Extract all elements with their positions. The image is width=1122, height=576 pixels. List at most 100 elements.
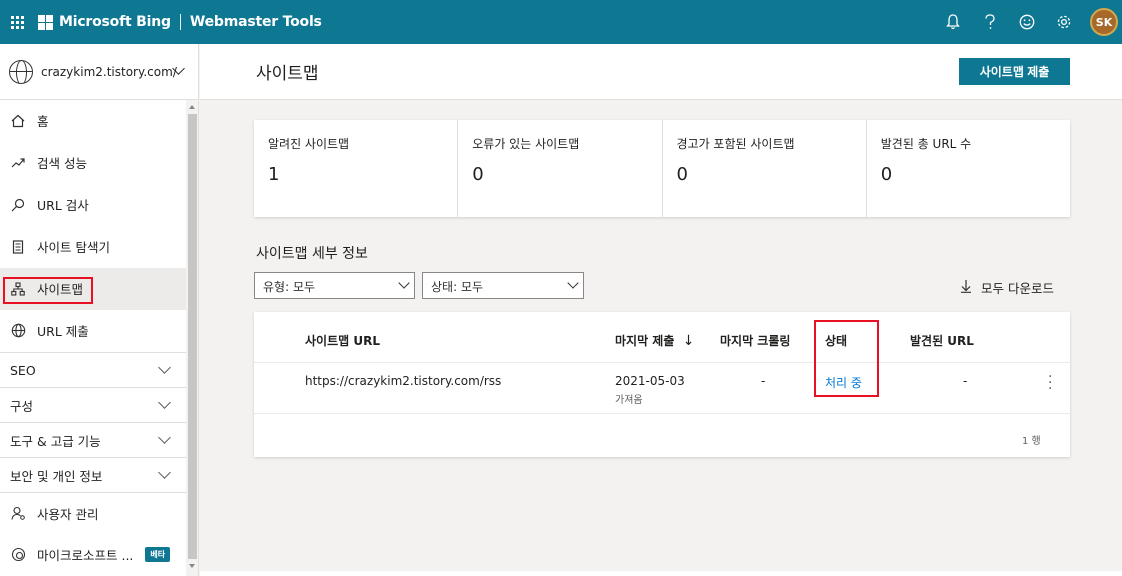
sidebar-item-url-submission[interactable]: URL 제출 (0, 310, 198, 352)
sidebar-group-label: 도구 & 고급 기능 (10, 433, 101, 449)
stat-label: 발견된 총 URL 수 (880, 137, 972, 151)
chevron-down-icon (567, 277, 579, 289)
status-filter-dropdown[interactable]: 상태: 모두 (422, 272, 584, 299)
section-title: 사이트맵 세부 정보 (256, 246, 368, 262)
stats-card: 알려진 사이트맵 1 오류가 있는 사이트맵 0 경고가 포함된 사이트맵 0 … (254, 120, 1070, 217)
row-divider (254, 362, 1070, 363)
search-icon (10, 197, 26, 213)
stat-value: 0 (880, 164, 893, 185)
stat-label: 오류가 있는 사이트맵 (472, 137, 580, 151)
sidebar-group-security-privacy[interactable]: 보안 및 개인 정보 (0, 457, 198, 492)
sidebar-item-label: 사용자 관리 (37, 506, 99, 522)
stat-known-sitemaps: 알려진 사이트맵 1 (254, 120, 459, 217)
chevron-down-icon (158, 466, 171, 479)
last-submitted-cell: 2021-05-03 (615, 374, 685, 388)
top-bar-actions: SK (934, 0, 1122, 44)
sidebar-item-label: 검색 성능 (37, 156, 87, 171)
sidebar-item-label: 마이크로소프트 ... (37, 548, 134, 563)
site-selector[interactable]: crazykim2.tistory.com/ (0, 44, 198, 100)
scroll-up-arrow-icon[interactable] (189, 105, 195, 109)
last-crawled-cell: - (761, 374, 766, 388)
clarity-icon (10, 547, 26, 563)
column-header-sitemap-url[interactable]: 사이트맵 URL (305, 332, 380, 349)
last-submitted-sub: 가져옴 (615, 395, 643, 406)
home-icon (10, 113, 26, 129)
sidebar-item-microsoft-clarity[interactable]: 마이크로소프트 ... 베타 (0, 534, 198, 576)
row-count: 1 행 (1022, 436, 1041, 447)
sidebar-item-label: URL 검사 (37, 198, 89, 213)
sidebar-group-configuration[interactable]: 구성 (0, 387, 198, 422)
sidebar-item-label: URL 제출 (37, 324, 89, 339)
site-name: crazykim2.tistory.com/ (41, 64, 177, 79)
urls-found-cell: - (963, 374, 968, 388)
document-icon (10, 239, 26, 255)
download-icon (960, 279, 972, 297)
highlight-box (814, 320, 879, 397)
more-options-icon[interactable]: · · · (1048, 370, 1052, 396)
highlight-box (3, 277, 93, 304)
sitemap-table: 사이트맵 URL 마지막 제출 ↓ 마지막 크롤링 상태 발견된 URL htt… (254, 312, 1070, 457)
stat-label: 경고가 포함된 사이트맵 (676, 137, 795, 151)
stat-sitemaps-with-warnings: 경고가 포함된 사이트맵 0 (663, 120, 867, 217)
submit-sitemap-button[interactable]: 사이트맵 제출 (959, 58, 1070, 85)
sidebar-item-label: 사이트 탐색기 (37, 240, 110, 255)
sidebar-scrollbar-thumb[interactable] (188, 114, 197, 559)
stat-value: 1 (268, 164, 280, 185)
sidebar-item-url-inspection[interactable]: URL 검사 (0, 184, 198, 226)
chevron-down-icon (398, 277, 410, 289)
sidebar-item-user-management[interactable]: 사용자 관리 (0, 492, 198, 534)
main-content: 사이트맵 사이트맵 제출 알려진 사이트맵 1 오류가 있는 사이트맵 0 경고… (200, 44, 1122, 576)
download-all-button[interactable]: 모두 다운로드 (960, 278, 1054, 297)
stat-total-urls-found: 발견된 총 URL 수 0 (867, 120, 1070, 217)
stat-sitemaps-with-errors: 오류가 있는 사이트맵 0 (458, 120, 663, 217)
stat-value: 0 (472, 164, 484, 185)
sidebar-group-tools[interactable]: 도구 & 고급 기능 (0, 422, 198, 457)
stat-value: 0 (676, 164, 688, 185)
horizontal-scrollbar[interactable] (200, 571, 1122, 576)
stat-label: 알려진 사이트맵 (268, 137, 350, 151)
app-launcher-button[interactable] (0, 0, 32, 44)
sidebar-group-label: 구성 (10, 398, 34, 414)
page-header: 사이트맵 사이트맵 제출 (200, 44, 1122, 100)
feedback-smile-icon[interactable] (1008, 0, 1045, 44)
top-bar: Microsoft Bing Webmaster Tools SK (0, 0, 1122, 44)
sidebar-group-label: SEO (10, 362, 36, 378)
dropdown-value: 유형: 모두 (263, 280, 316, 294)
product-name[interactable]: Webmaster Tools (190, 14, 322, 30)
scroll-down-arrow-icon[interactable] (189, 564, 195, 568)
sidebar-group-seo[interactable]: SEO (0, 352, 198, 387)
chevron-down-icon (158, 361, 171, 374)
chevron-down-icon (158, 431, 171, 444)
sidebar: crazykim2.tistory.com/ 홈 검색 성능 URL 검사 사이… (0, 44, 199, 576)
bell-icon[interactable] (934, 0, 971, 44)
download-all-label: 모두 다운로드 (981, 281, 1054, 296)
column-header-urls-found[interactable]: 발견된 URL (910, 332, 974, 349)
sort-down-arrow-icon: ↓ (682, 333, 695, 349)
beta-badge: 베타 (145, 547, 171, 562)
waffle-icon (10, 15, 24, 29)
column-header-last-submitted[interactable]: 마지막 제출 ↓ (615, 332, 694, 349)
brand-divider (179, 14, 181, 30)
type-filter-dropdown[interactable]: 유형: 모두 (254, 272, 415, 299)
sidebar-item-home[interactable]: 홈 (0, 100, 198, 142)
sitemap-url-cell[interactable]: https://crazykim2.tistory.com/rss (305, 374, 501, 388)
microsoft-logo-icon (38, 14, 53, 30)
trend-icon (10, 155, 26, 171)
chevron-down-icon (158, 396, 171, 409)
help-icon[interactable] (971, 0, 1008, 44)
row-divider (254, 413, 1070, 414)
sidebar-item-label: 홈 (37, 114, 49, 129)
dropdown-value: 상태: 모두 (431, 280, 484, 294)
user-manage-icon (10, 505, 26, 521)
avatar[interactable]: SK (1090, 8, 1118, 36)
globe-icon (9, 59, 33, 84)
globe-icon (10, 323, 26, 339)
column-header-label: 마지막 제출 (615, 334, 675, 348)
sidebar-item-site-explorer[interactable]: 사이트 탐색기 (0, 226, 198, 268)
sidebar-item-search-performance[interactable]: 검색 성능 (0, 142, 198, 184)
sidebar-group-label: 보안 및 개인 정보 (10, 468, 103, 484)
column-header-last-crawled[interactable]: 마지막 크롤링 (720, 332, 790, 349)
settings-gear-icon[interactable] (1045, 0, 1082, 44)
page-title: 사이트맵 (256, 64, 319, 84)
brand-name[interactable]: Microsoft Bing (59, 14, 171, 30)
